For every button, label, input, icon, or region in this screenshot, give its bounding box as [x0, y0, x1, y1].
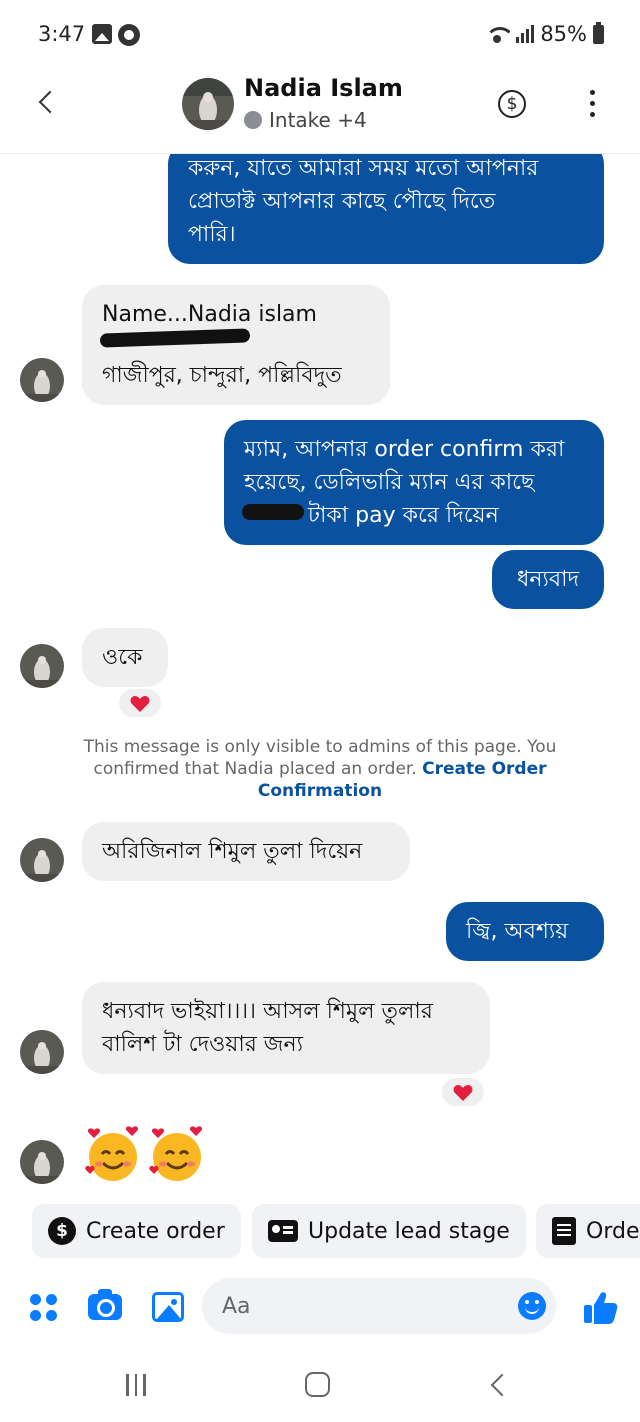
message-input-container[interactable] — [202, 1278, 556, 1334]
outgoing-message[interactable]: জ্বি, অবশ্যয় — [446, 902, 604, 961]
message-text: ম্যাম, আপনার order confirm করা — [244, 437, 565, 462]
message-thread[interactable]: করুন, যাতে আমারা সময় মতো আপনার প্রোডাক্… — [0, 154, 640, 1194]
avatar-photo — [20, 1030, 64, 1074]
heart-reaction-badge[interactable] — [117, 687, 163, 719]
status-right: 85% — [484, 21, 604, 46]
contact-avatar[interactable] — [182, 78, 234, 130]
avatar-photo — [20, 1140, 64, 1184]
message-composer — [0, 1270, 640, 1346]
message-text: ওকে — [102, 645, 143, 670]
outgoing-message[interactable]: ম্যাম, আপনার order confirm করা হয়েছে, ড… — [224, 420, 604, 545]
avatar-photo — [182, 78, 234, 130]
sender-avatar[interactable] — [20, 838, 64, 882]
apps-menu-icon[interactable] — [30, 1294, 58, 1322]
sender-avatar[interactable] — [20, 644, 64, 688]
message-input[interactable] — [222, 1288, 502, 1324]
message-text: বালিশ টা দেওয়ার জন্য — [102, 1032, 303, 1057]
redaction-mark — [242, 504, 304, 520]
sender-avatar[interactable] — [20, 1140, 64, 1184]
more-options-icon[interactable] — [585, 90, 601, 118]
contact-subtitle[interactable]: Intake +4 — [244, 108, 367, 132]
chip-label: Orde — [586, 1218, 640, 1244]
message-text: প্রোডাক্ট আপনার কাছে পৌছে দিতে — [188, 189, 496, 214]
admin-visibility-notice: This message is only visible to admins o… — [60, 736, 580, 802]
smiling-face-with-hearts-emoji — [85, 1126, 139, 1181]
battery-icon — [593, 21, 604, 44]
avatar-photo — [20, 644, 64, 688]
chip-label: Create order — [86, 1218, 225, 1244]
gallery-notification-icon — [92, 24, 112, 44]
status-bar: 3:47 85% — [0, 0, 640, 66]
signal-icon — [516, 25, 535, 43]
system-navigation-bar — [0, 1350, 640, 1422]
message-text: ধন্যবাদ ভাইয়া।।।। আসল শিমুল তুলার — [102, 999, 433, 1024]
smiling-face-with-hearts-emoji — [149, 1126, 203, 1181]
quick-actions-row[interactable]: $ Create order Update lead stage Orde — [0, 1204, 640, 1260]
status-notification-icons — [92, 24, 140, 46]
incoming-message[interactable]: Name...Nadia islam গাজীপুর, চান্দুরা, পল… — [82, 285, 390, 405]
message-text: জ্বি, অবশ্যয় — [466, 919, 569, 944]
wifi-icon — [484, 25, 511, 43]
battery-percent: 85% — [540, 22, 587, 46]
message-text: হয়েছে, ডেলিভারি ম্যান এর কাছে — [244, 470, 535, 495]
conversation-header: Nadia Islam Intake +4 $ — [0, 66, 640, 154]
orders-button[interactable]: Orde — [536, 1204, 640, 1258]
contact-name[interactable]: Nadia Islam — [244, 74, 403, 102]
thumbs-up-shape — [584, 1292, 618, 1324]
update-lead-stage-button[interactable]: Update lead stage — [252, 1204, 526, 1258]
message-text: অরিজিনাল শিমুল তুলা দিয়েন — [102, 839, 363, 864]
payment-dollar-button[interactable]: $ — [498, 90, 526, 118]
sender-avatar[interactable] — [20, 358, 64, 402]
emoji-icon[interactable] — [518, 1292, 546, 1320]
lead-stage-label: Intake +4 — [269, 108, 367, 132]
heart-icon — [453, 1085, 473, 1101]
avatar-photo — [20, 358, 64, 402]
gallery-icon[interactable] — [152, 1292, 184, 1322]
create-order-button[interactable]: $ Create order — [32, 1204, 241, 1258]
system-back-button[interactable] — [488, 1372, 508, 1398]
sender-avatar[interactable] — [20, 1030, 64, 1074]
message-text: ধন্যবাদ — [516, 567, 580, 592]
incoming-message[interactable]: অরিজিনাল শিমুল তুলা দিয়েন — [82, 822, 410, 881]
heart-reaction-badge[interactable] — [440, 1076, 486, 1108]
dollar-icon: $ — [48, 1217, 76, 1245]
recent-apps-button[interactable] — [126, 1374, 146, 1396]
camera-icon[interactable] — [88, 1289, 122, 1320]
message-text: পারি। — [188, 222, 236, 247]
message-text: Name...Nadia islam — [102, 302, 317, 327]
outgoing-message[interactable]: করুন, যাতে আমারা সময় মতো আপনার প্রোডাক্… — [168, 154, 604, 264]
back-button[interactable] — [30, 86, 66, 122]
id-card-icon — [268, 1220, 298, 1242]
camera-notification-icon — [118, 24, 140, 46]
message-text: করুন, যাতে আমারা সময় মতো আপনার — [188, 156, 539, 181]
heart-icon — [130, 696, 150, 712]
status-time: 3:47 — [38, 22, 86, 46]
home-button[interactable] — [305, 1372, 330, 1397]
emoji-message[interactable] — [84, 1126, 206, 1184]
incoming-message[interactable]: ওকে — [82, 628, 168, 687]
chip-label: Update lead stage — [308, 1218, 510, 1244]
presence-dot — [244, 111, 262, 129]
outgoing-message[interactable]: ধন্যবাদ — [492, 550, 604, 609]
thumbs-up-icon[interactable] — [580, 1288, 620, 1328]
document-icon — [552, 1217, 576, 1245]
incoming-message[interactable]: ধন্যবাদ ভাইয়া।।।। আসল শিমুল তুলার বালিশ… — [82, 982, 490, 1074]
avatar-photo — [20, 838, 64, 882]
message-text: গাজীপুর, চান্দুরা, পল্লিবিদুত — [102, 363, 342, 388]
